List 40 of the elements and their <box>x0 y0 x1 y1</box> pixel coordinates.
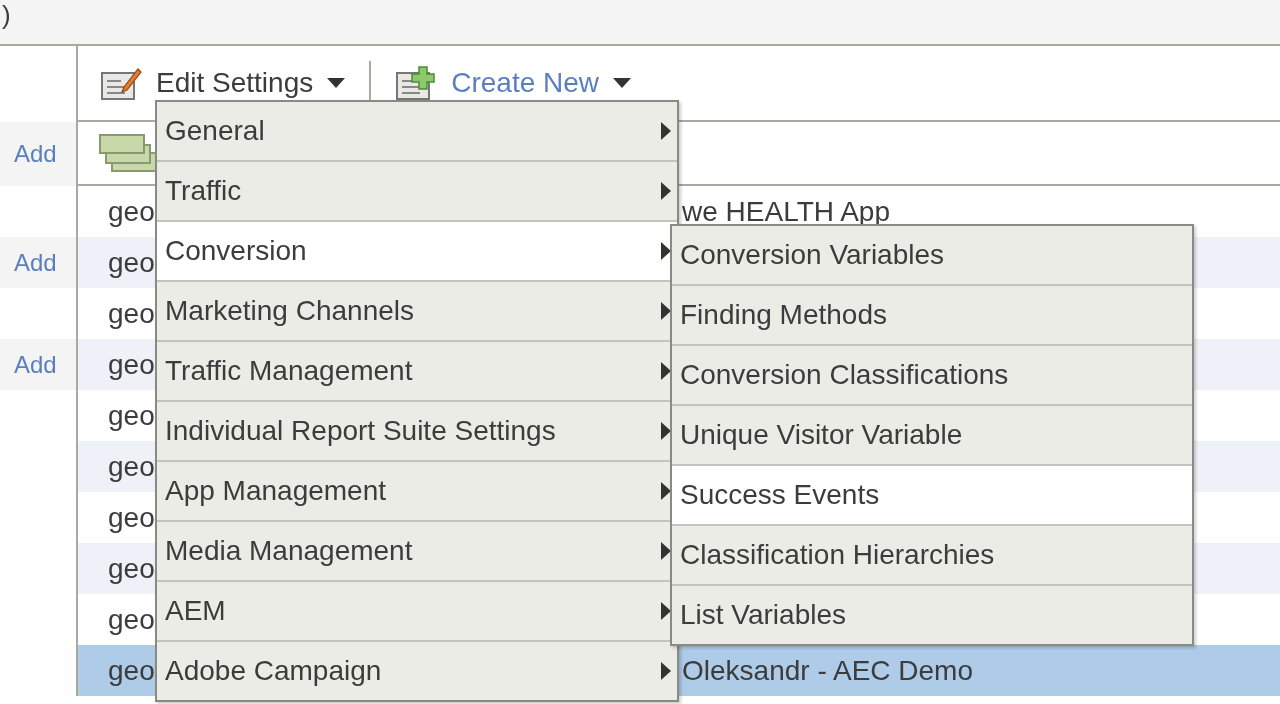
table-cell: geo <box>108 552 155 585</box>
submenu-arrow-icon <box>661 482 671 500</box>
submenu-arrow-icon <box>661 122 671 140</box>
top-strip-text: ) <box>1 0 11 30</box>
menu-item[interactable]: Traffic <box>157 162 677 222</box>
menu-item[interactable]: General <box>157 102 677 162</box>
submenu-item[interactable]: Unique Visitor Variable <box>672 406 1192 466</box>
menu-item[interactable]: Conversion <box>157 222 677 282</box>
table-cell: geo <box>108 654 155 687</box>
table-cell: geo <box>108 450 155 483</box>
table-cell: geo <box>108 195 155 228</box>
add-link[interactable]: Add <box>14 140 57 168</box>
table-cell: Oleksandr - AEC Demo <box>682 654 973 687</box>
table-cell: geo <box>108 297 155 330</box>
table-cell: geo <box>108 246 155 279</box>
submenu-arrow-icon <box>661 422 671 440</box>
caret-down-icon <box>327 78 346 88</box>
table-cell: geo <box>108 399 155 432</box>
submenu-item[interactable]: List Variables <box>672 586 1192 644</box>
submenu-item[interactable]: Success Events <box>672 466 1192 526</box>
stacked-layers-icon <box>98 133 158 173</box>
add-link[interactable]: Add <box>14 350 57 379</box>
submenu-arrow-icon <box>661 302 671 320</box>
submenu-arrow-icon <box>661 542 671 560</box>
submenu-item[interactable]: Conversion Variables <box>672 226 1192 286</box>
submenu-arrow-icon <box>661 602 671 620</box>
menu-item[interactable]: Adobe Campaign <box>157 642 677 700</box>
submenu-arrow-icon <box>661 182 671 200</box>
submenu-item[interactable]: Conversion Classifications <box>672 346 1192 406</box>
table-cell: geo <box>108 603 155 636</box>
table-cell: we HEALTH App <box>682 195 891 228</box>
submenu-arrow-icon <box>661 242 671 260</box>
submenu-item[interactable]: Classification Hierarchies <box>672 526 1192 586</box>
table-cell: geo <box>108 348 155 381</box>
caret-down-icon <box>613 78 632 88</box>
submenu-arrow-icon <box>661 362 671 380</box>
table-cell: geo <box>108 501 155 534</box>
submenu-arrow-icon <box>661 662 671 680</box>
submenu-item[interactable]: Finding Methods <box>672 286 1192 346</box>
add-link[interactable]: Add <box>14 248 57 277</box>
